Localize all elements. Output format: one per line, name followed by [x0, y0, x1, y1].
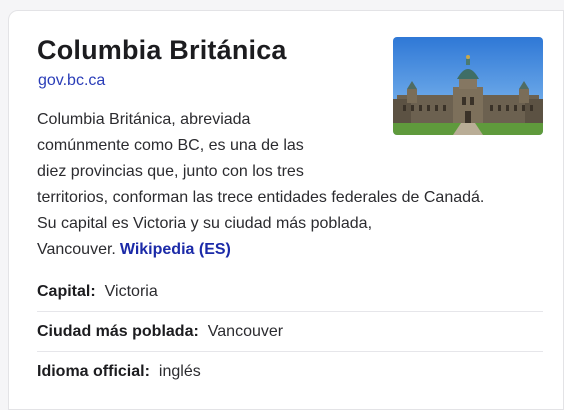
facts-list: Capital: Victoria Ciudad más poblada: Va…: [37, 272, 543, 392]
description-line-last: Vancouver. Wikipedia (ES): [37, 237, 484, 263]
fact-value: Vancouver: [207, 322, 284, 340]
fact-row-largest-city: Ciudad más poblada: Vancouver: [37, 312, 543, 352]
fact-row-official-language: Idioma official: inglés: [37, 352, 543, 392]
fact-label: Capital:: [37, 282, 96, 300]
description-line: territorios, conforman las trece entidad…: [37, 189, 485, 206]
fact-label: Ciudad más poblada:: [37, 322, 199, 340]
description-line: diez provincias que, junto con los tres: [37, 163, 304, 180]
description-line: comúnmente como BC, es una de las: [37, 137, 304, 154]
wikipedia-source-link[interactable]: Wikipedia (ES): [120, 241, 231, 258]
entity-title: Columbia Británica: [37, 35, 287, 65]
fact-row-capital: Capital: Victoria: [37, 272, 543, 312]
fact-value: inglés: [158, 363, 201, 380]
description-line: Su capital es Victoria y su ciudad más p…: [37, 215, 373, 232]
entity-description: Columbia Británica, abreviada comúnmente…: [37, 107, 484, 263]
fact-value: Victoria: [104, 282, 158, 300]
description-line: Columbia Británica, abreviada: [37, 111, 251, 128]
description-line: Vancouver.: [37, 241, 116, 258]
knowledge-panel-card: Columbia Británica gov.bc.ca Columbia Br…: [8, 10, 564, 410]
fact-label: Idioma official:: [37, 363, 150, 380]
website-link[interactable]: gov.bc.ca: [38, 72, 105, 90]
